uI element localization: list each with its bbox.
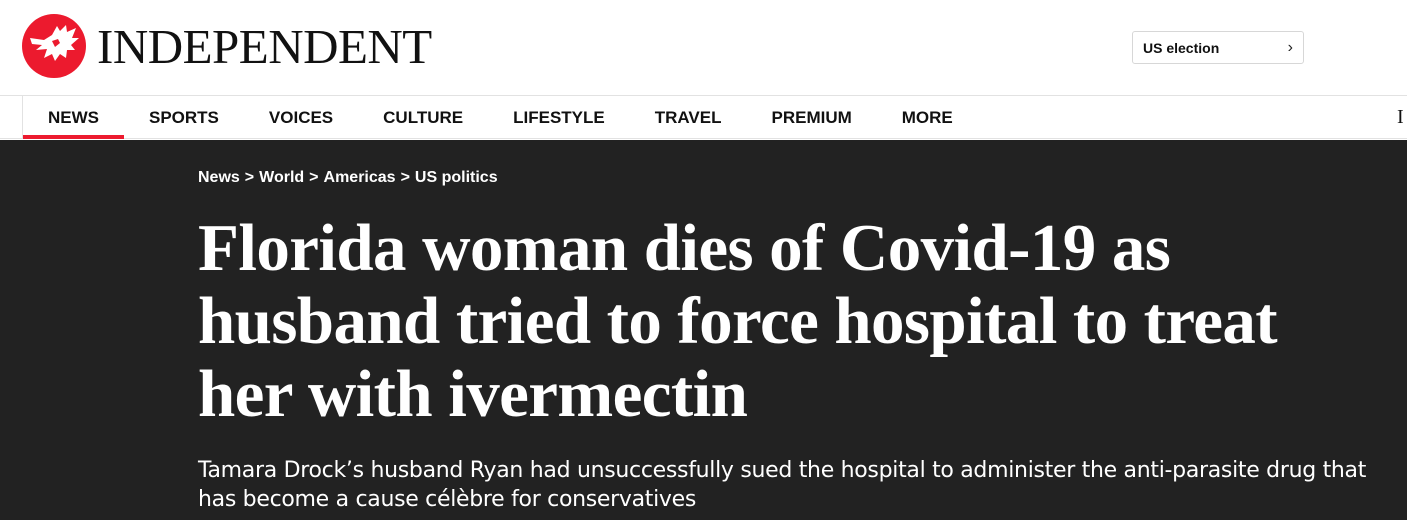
chevron-right-icon: ›: [1287, 38, 1293, 56]
nav-item-news[interactable]: NEWS: [23, 96, 124, 139]
nav-item-lifestyle[interactable]: LIFESTYLE: [488, 96, 630, 139]
breadcrumb-world[interactable]: World: [259, 169, 304, 187]
nav-item-travel[interactable]: TRAVEL: [630, 96, 747, 139]
nav-item-premium[interactable]: PREMIUM: [746, 96, 876, 139]
site-header: INDEPENDENT US election ›: [0, 0, 1407, 96]
site-wordmark[interactable]: INDEPENDENT: [97, 20, 432, 74]
article-standfirst: Tamara Drock’s husband Ryan had unsucces…: [198, 458, 1367, 512]
logo-eagle-icon[interactable]: [22, 14, 86, 78]
breadcrumb-separator: >: [309, 169, 319, 186]
main-nav: NEWS SPORTS VOICES CULTURE LIFESTYLE TRA…: [0, 95, 1407, 139]
nav-item-more[interactable]: MORE: [877, 96, 978, 139]
nav-item-voices[interactable]: VOICES: [244, 96, 358, 139]
breadcrumb-americas[interactable]: Americas: [324, 169, 396, 187]
breadcrumb-separator: >: [400, 169, 410, 186]
breadcrumb-news[interactable]: News: [198, 169, 240, 187]
article-headline: Florida woman dies of Covid-19 as husban…: [198, 211, 1278, 431]
nav-item-culture[interactable]: CULTURE: [358, 96, 488, 139]
article-hero: News > World > Americas > US politics Fl…: [0, 140, 1407, 520]
breadcrumb-separator: >: [244, 169, 255, 186]
us-election-label: US election: [1143, 39, 1220, 56]
breadcrumb: News > World > Americas > US politics: [198, 169, 498, 187]
nav-overflow-glyph[interactable]: I: [1397, 106, 1404, 129]
nav-items: NEWS SPORTS VOICES CULTURE LIFESTYLE TRA…: [22, 96, 978, 139]
eagle-icon: [30, 25, 79, 61]
us-election-button[interactable]: US election ›: [1132, 31, 1304, 64]
nav-item-sports[interactable]: SPORTS: [124, 96, 244, 139]
breadcrumb-us-politics[interactable]: US politics: [415, 169, 498, 187]
